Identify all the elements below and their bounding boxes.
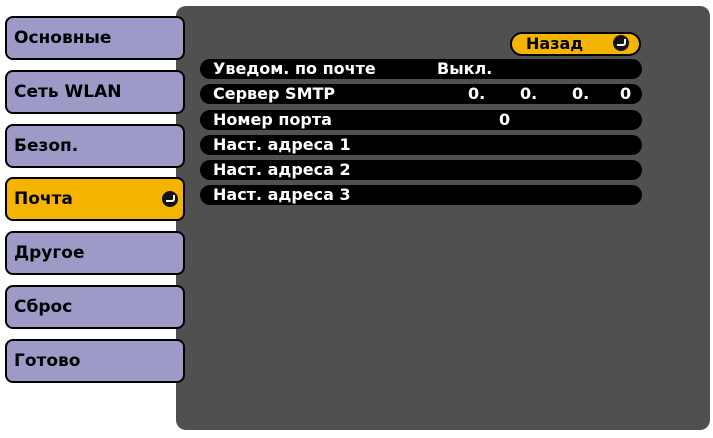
row-label: Наст. адреса 3 bbox=[213, 185, 351, 204]
smtp-octet-2: 0. bbox=[520, 84, 538, 103]
row-label: Наст. адреса 1 bbox=[213, 135, 351, 154]
back-label: Назад bbox=[526, 34, 584, 53]
row-label: Наст. адреса 2 bbox=[213, 160, 351, 179]
tab-label: Сеть WLAN bbox=[14, 82, 122, 102]
row-label: Уведом. по почте bbox=[213, 59, 376, 78]
tab-label: Безоп. bbox=[14, 136, 79, 156]
row-address-setting-2[interactable]: Наст. адреса 2 bbox=[200, 160, 642, 180]
tab-bezop[interactable]: Безоп. bbox=[5, 124, 185, 168]
smtp-octet-4: 0 bbox=[620, 84, 632, 103]
row-port-number[interactable]: Номер порта 0 bbox=[200, 110, 642, 130]
tab-gotovo[interactable]: Готово bbox=[5, 339, 185, 383]
row-label: Номер порта bbox=[213, 110, 332, 129]
tab-wlan[interactable]: Сеть WLAN bbox=[5, 70, 185, 114]
row-address-setting-3[interactable]: Наст. адреса 3 bbox=[200, 185, 642, 205]
row-value: 0 bbox=[499, 110, 511, 129]
enter-icon bbox=[613, 35, 629, 51]
enter-icon bbox=[162, 191, 178, 207]
row-value: Выкл. bbox=[437, 59, 493, 78]
tab-label: Сброс bbox=[14, 297, 73, 317]
tab-drugoe[interactable]: Другое bbox=[5, 231, 185, 275]
tab-pochta[interactable]: Почта bbox=[5, 177, 185, 221]
row-address-setting-1[interactable]: Наст. адреса 1 bbox=[200, 135, 642, 155]
tab-sbros[interactable]: Сброс bbox=[5, 285, 185, 329]
row-smtp-server[interactable]: Сервер SMTP 0. 0. 0. 0 bbox=[200, 84, 642, 104]
row-email-notification[interactable]: Уведом. по почте Выкл. bbox=[200, 59, 642, 79]
smtp-octet-1: 0. bbox=[468, 84, 486, 103]
tab-label: Готово bbox=[14, 351, 81, 371]
row-label: Сервер SMTP bbox=[213, 84, 336, 103]
tab-label: Другое bbox=[14, 243, 85, 263]
tab-osnovnye[interactable]: Основные bbox=[5, 16, 185, 60]
smtp-octet-3: 0. bbox=[572, 84, 590, 103]
back-button[interactable]: Назад bbox=[510, 32, 641, 56]
tab-label: Основные bbox=[14, 28, 112, 48]
tab-label: Почта bbox=[14, 189, 73, 209]
